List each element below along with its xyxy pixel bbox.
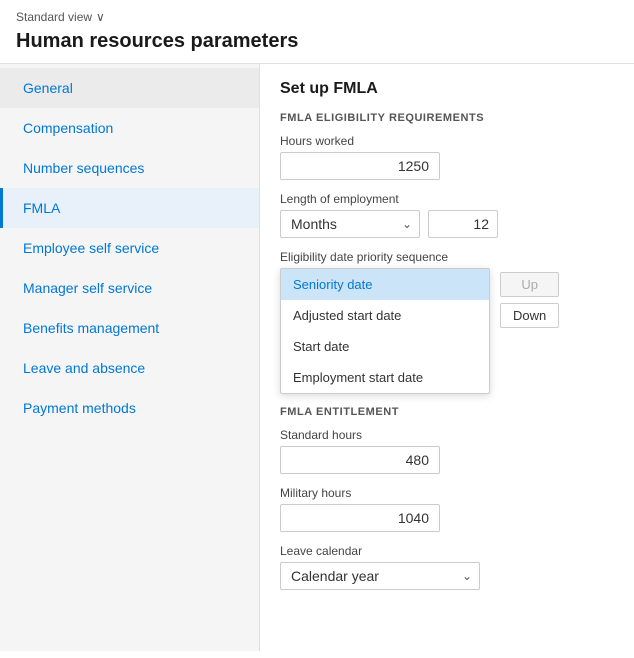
hours-worked-label: Hours worked [280,134,614,148]
section-title: Set up FMLA [280,80,614,98]
standard-hours-input[interactable] [280,446,440,474]
sidebar-item-number-sequences[interactable]: Number sequences [0,148,259,188]
down-button[interactable]: Down [500,303,559,328]
eligibility-subsection-label: FMLA ELIGIBILITY REQUIREMENTS [280,112,614,124]
military-hours-group: Military hours [280,486,614,532]
up-button[interactable]: Up [500,272,559,297]
up-down-buttons: Up Down [500,268,559,328]
sidebar-item-payment-methods[interactable]: Payment methods [0,388,259,428]
employment-length-number-input[interactable] [428,210,498,238]
sidebar-item-compensation[interactable]: Compensation [0,108,259,148]
employment-length-select-wrapper: Months Years Days ⌄ [280,210,420,238]
sidebar-item-general[interactable]: General [0,68,259,108]
hours-worked-input[interactable] [280,152,440,180]
top-bar: Standard view ∨ [0,0,634,28]
standard-hours-group: Standard hours [280,428,614,474]
chevron-down-icon[interactable]: ∨ [96,10,105,24]
entitlement-section: FMLA ENTITLEMENT Standard hours Military… [280,406,614,590]
entitlement-subsection-label: FMLA ENTITLEMENT [280,406,614,418]
priority-option-seniority[interactable]: Seniority date [281,269,489,300]
sidebar: General Compensation Number sequences FM… [0,64,260,651]
military-hours-label: Military hours [280,486,614,500]
sidebar-item-fmla[interactable]: FMLA [0,188,259,228]
military-hours-input[interactable] [280,504,440,532]
sidebar-item-benefits-management[interactable]: Benefits management [0,308,259,348]
employment-length-label: Length of employment [280,192,614,206]
hours-worked-group: Hours worked [280,134,614,180]
employment-length-row: Months Years Days ⌄ [280,210,614,238]
priority-label: Eligibility date priority sequence [280,250,614,264]
priority-option-employment-start[interactable]: Employment start date [281,362,489,393]
sidebar-item-leave-and-absence[interactable]: Leave and absence [0,348,259,388]
leave-calendar-select[interactable]: Calendar year Fiscal year [280,562,480,590]
standard-hours-label: Standard hours [280,428,614,442]
leave-calendar-group: Leave calendar Calendar year Fiscal year… [280,544,614,590]
employment-length-select[interactable]: Months Years Days [280,210,420,238]
page-title: Human resources parameters [0,28,634,63]
priority-option-adjusted-start[interactable]: Adjusted start date [281,300,489,331]
priority-dropdown-container: Seniority date Adjusted start date Start… [280,268,490,394]
priority-option-start[interactable]: Start date [281,331,489,362]
sidebar-item-employee-self-service[interactable]: Employee self service [0,228,259,268]
sidebar-item-manager-self-service[interactable]: Manager self service [0,268,259,308]
leave-calendar-select-wrapper: Calendar year Fiscal year ⌄ [280,562,480,590]
leave-calendar-label: Leave calendar [280,544,614,558]
main-layout: General Compensation Number sequences FM… [0,63,634,651]
standard-view-label[interactable]: Standard view [16,10,92,24]
priority-dropdown-menu: Seniority date Adjusted start date Start… [280,268,490,394]
content-area: Set up FMLA FMLA ELIGIBILITY REQUIREMENT… [260,64,634,651]
employment-length-group: Length of employment Months Years Days ⌄ [280,192,614,238]
priority-sequence-group: Eligibility date priority sequence Senio… [280,250,614,394]
